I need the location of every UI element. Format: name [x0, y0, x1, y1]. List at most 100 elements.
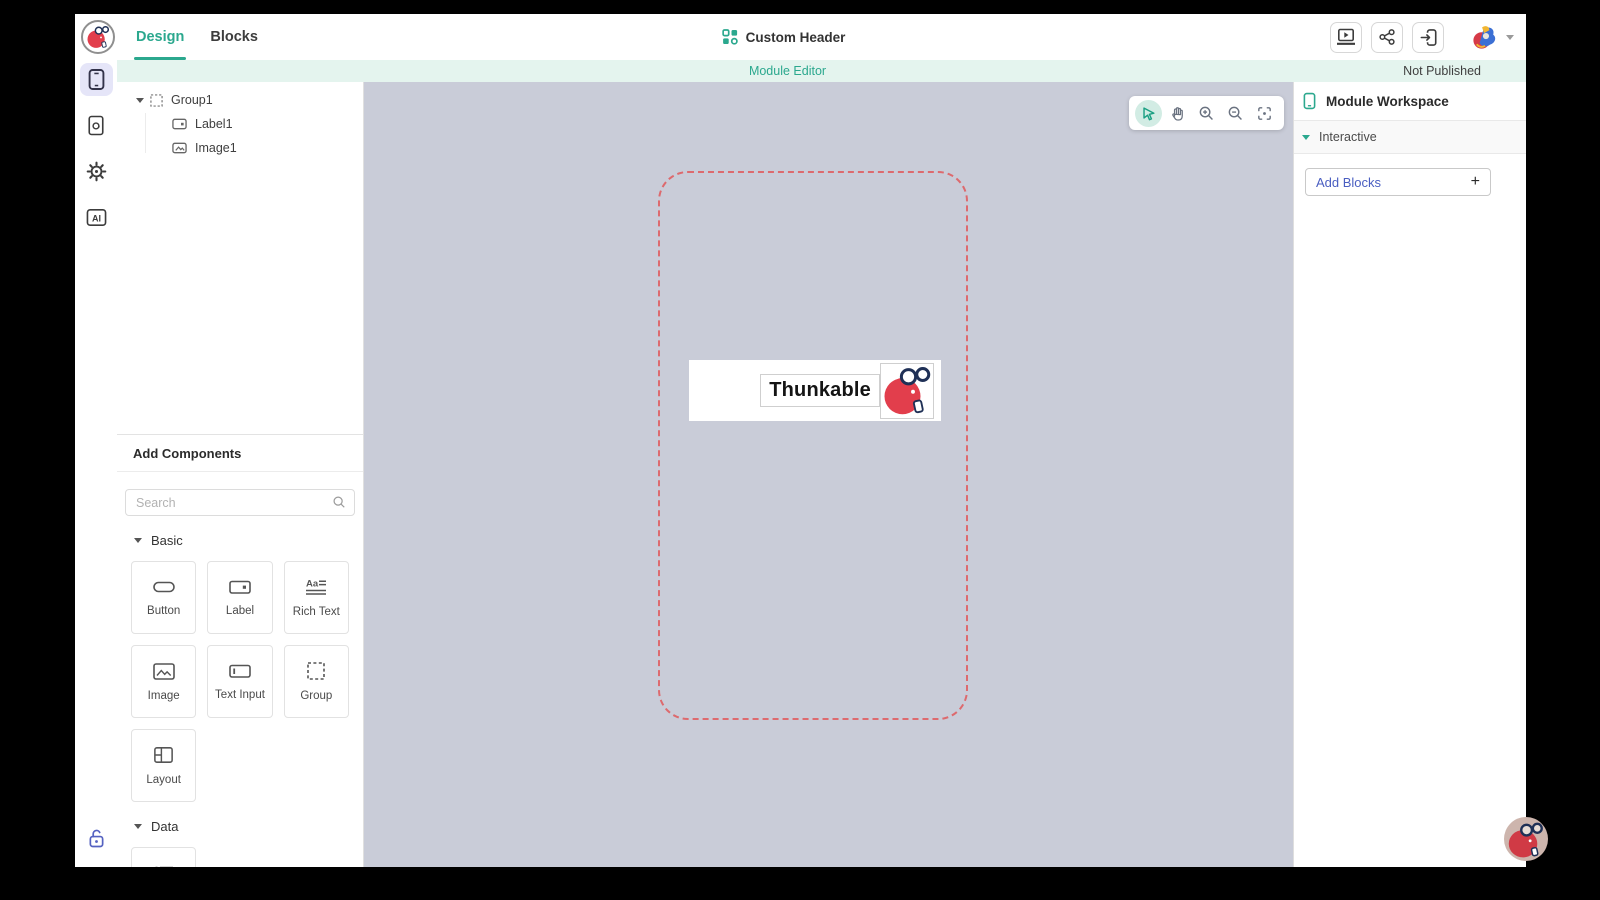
right-panel-title: Module Workspace [1326, 94, 1449, 109]
main-area: Module Editor Not Published Group1 [117, 60, 1526, 867]
pan-tool-button[interactable] [1164, 100, 1191, 127]
rail-item-ai[interactable]: AI [80, 201, 113, 234]
component-card-rich-text[interactable]: Aa Rich Text [284, 561, 349, 634]
card-label: Group [300, 690, 332, 702]
module-editor-banner: Module Editor Not Published [117, 60, 1526, 82]
component-card-text-input[interactable]: Text Input [207, 645, 272, 718]
zoom-out-button[interactable] [1222, 100, 1249, 127]
section-label: Basic [151, 533, 183, 548]
cursor-icon [1140, 105, 1157, 122]
thunkable-mascot-icon [1507, 820, 1545, 858]
module-grid-icon [722, 29, 738, 45]
plus-icon: + [1471, 174, 1480, 190]
search-input[interactable] [125, 489, 355, 516]
caret-down-icon [1302, 135, 1310, 140]
tree-item-image1[interactable]: Image1 [117, 136, 363, 160]
left-icon-rail: AI [75, 60, 117, 867]
group-icon [306, 661, 326, 681]
mode-tabs: Design Blocks [136, 14, 258, 60]
monitor-play-icon [1336, 28, 1356, 46]
chevron-down-icon[interactable] [1506, 35, 1514, 40]
phone-icon [1303, 92, 1316, 110]
zoom-in-button[interactable] [1193, 100, 1220, 127]
component-card-label[interactable]: Label [207, 561, 272, 634]
list-icon [153, 864, 175, 867]
component-tree: Group1 Label1 [117, 82, 363, 434]
thunkable-watermark-badge [1504, 817, 1548, 861]
video-letterbox: Design Blocks Custom Header [0, 0, 1600, 900]
basic-components-grid: Button Label [131, 561, 349, 802]
group-icon [150, 94, 163, 107]
text-input-icon [228, 662, 252, 680]
section-data[interactable]: Data [117, 802, 363, 840]
app-body: AI Module Editor Not Published [75, 60, 1526, 867]
ai-icon: AI [86, 208, 107, 227]
tree-item-group1[interactable]: Group1 [117, 88, 363, 112]
label1-element[interactable]: Thunkable [760, 374, 880, 407]
image-icon [172, 142, 187, 154]
project-title: Custom Header [746, 30, 846, 45]
component-card-layout[interactable]: Layout [131, 729, 196, 802]
caret-down-icon[interactable] [136, 98, 144, 103]
image-icon [152, 662, 176, 681]
card-label: Rich Text [293, 606, 340, 618]
component-card-group[interactable]: Group [284, 645, 349, 718]
account-avatar[interactable] [1471, 24, 1498, 51]
label-icon [228, 578, 252, 596]
publish-status: Not Published [1403, 64, 1481, 78]
fit-screen-button[interactable] [1251, 100, 1278, 127]
section-interactive[interactable]: Interactive [1294, 121, 1526, 154]
rail-item-screens[interactable] [80, 63, 113, 96]
data-components-grid: Simple List [131, 847, 349, 867]
card-label: Text Input [215, 689, 265, 701]
device-preview-button[interactable] [1412, 22, 1444, 53]
component-card-simple-list[interactable]: Simple List [131, 847, 196, 867]
share-button[interactable] [1371, 22, 1403, 53]
tree-item-label: Label1 [195, 117, 233, 131]
rail-item-settings[interactable] [80, 155, 113, 188]
tab-design[interactable]: Design [136, 14, 184, 60]
fit-screen-icon [1256, 105, 1273, 122]
component-card-image[interactable]: Image [131, 645, 196, 718]
design-canvas[interactable]: Thunkable [364, 82, 1293, 867]
component-card-button[interactable]: Button [131, 561, 196, 634]
content-row: Group1 Label1 [117, 82, 1526, 867]
section-basic[interactable]: Basic [117, 516, 363, 554]
thunkable-logo[interactable] [81, 20, 115, 54]
card-label: Image [148, 690, 180, 702]
tree-item-label1[interactable]: Label1 [117, 112, 363, 136]
add-blocks-button[interactable]: Add Blocks + [1305, 168, 1491, 196]
svg-text:AI: AI [91, 213, 100, 223]
select-tool-button[interactable] [1135, 100, 1162, 127]
live-test-button[interactable] [1330, 22, 1362, 53]
search-icon [332, 495, 346, 514]
top-bar: Design Blocks Custom Header [75, 14, 1526, 60]
phone-arrow-icon [1419, 28, 1438, 47]
button-icon [152, 578, 176, 596]
canvas-toolbar [1129, 96, 1284, 130]
unlock-icon[interactable] [88, 828, 105, 853]
phone-frame-outline[interactable] [658, 171, 968, 720]
phone-icon [87, 68, 106, 91]
left-panel: Group1 Label1 [117, 82, 364, 867]
section-label: Interactive [1319, 130, 1377, 144]
thunkable-mascot-image [883, 366, 931, 416]
thunkable-mascot-icon [86, 25, 110, 49]
tab-blocks[interactable]: Blocks [210, 14, 258, 60]
image1-element[interactable] [880, 363, 934, 419]
custom-header-group[interactable]: Thunkable [689, 360, 941, 421]
caret-down-icon [134, 824, 142, 829]
right-panel: Module Workspace Interactive Add Blocks … [1293, 82, 1526, 867]
zoom-out-icon [1227, 105, 1244, 122]
svg-text:Aa: Aa [306, 578, 319, 589]
rail-item-assets[interactable] [80, 109, 113, 142]
top-bar-actions [1321, 22, 1526, 53]
add-components-panel: Add Components Basic [117, 434, 363, 867]
card-label: Layout [146, 774, 181, 786]
module-workspace-header: Module Workspace [1294, 82, 1526, 121]
tree-item-label: Group1 [171, 93, 213, 107]
gear-icon [86, 161, 107, 182]
card-label: Label [226, 605, 254, 617]
project-title-area: Custom Header [722, 29, 846, 45]
document-icon [87, 115, 105, 136]
